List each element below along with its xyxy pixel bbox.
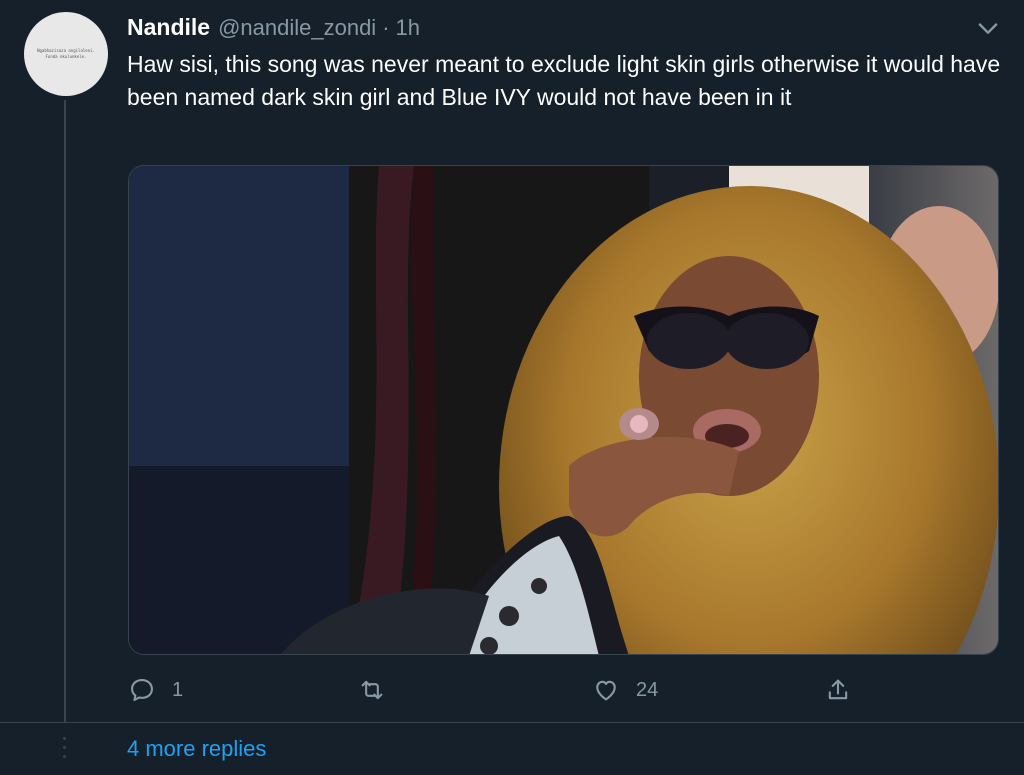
tweet-actions: 1 24 [128,674,888,706]
retweet-icon [361,680,383,700]
more-replies-row[interactable]: 4 more replies [0,722,1024,775]
timestamp[interactable]: 1h [396,15,420,41]
heart-icon [596,680,616,701]
share-icon [828,679,848,700]
thread-line [64,100,66,722]
like-count: 24 [636,678,659,701]
author-name[interactable]: Nandile [127,14,210,41]
reply-icon [131,679,153,701]
tweet[interactable]: Ngabhazisaza angilaleni. Funda nkulunkel… [0,0,1024,722]
retweet-button[interactable] [358,674,402,706]
like-button[interactable]: 24 [592,674,658,706]
tweet-text: Haw sisi, this song was never meant to e… [127,51,1001,110]
reply-button[interactable]: 1 [128,674,183,706]
avatar[interactable]: Ngabhazisaza angilaleni. Funda nkulunkel… [24,12,108,96]
tweet-header: Nandile @nandile_zondi · 1h [127,14,420,46]
separator-dot: · [382,15,390,40]
reply-count: 1 [172,678,184,701]
tweet-photo[interactable] [128,165,999,655]
chevron-down-icon[interactable] [974,14,1002,42]
avatar-text: Ngabhazisaza angilaleni. Funda nkulunkel… [37,48,95,59]
more-replies-link[interactable]: 4 more replies [127,736,266,762]
thread-dots [63,737,67,763]
share-button[interactable] [824,674,852,706]
photo-illustration [129,166,998,654]
author-handle[interactable]: @nandile_zondi [218,15,376,41]
